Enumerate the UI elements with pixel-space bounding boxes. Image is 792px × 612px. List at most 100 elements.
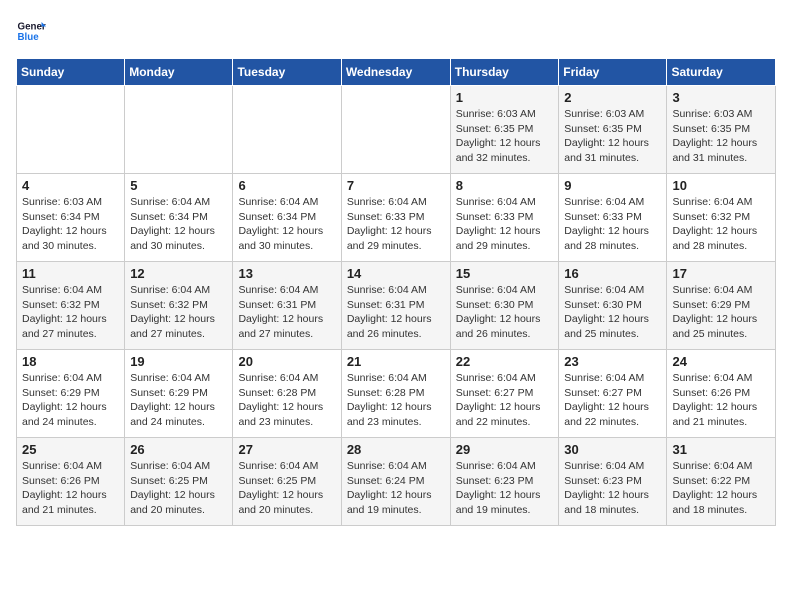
day-info: Sunrise: 6:04 AM Sunset: 6:30 PM Dayligh… bbox=[456, 283, 554, 342]
day-info: Sunrise: 6:04 AM Sunset: 6:34 PM Dayligh… bbox=[130, 195, 227, 254]
calendar-cell: 23 Sunrise: 6:04 AM Sunset: 6:27 PM Dayli… bbox=[559, 350, 667, 438]
calendar-cell: 14 Sunrise: 6:04 AM Sunset: 6:31 PM Dayli… bbox=[341, 262, 450, 350]
day-number: 19 bbox=[130, 354, 227, 369]
day-number: 13 bbox=[238, 266, 335, 281]
day-info: Sunrise: 6:04 AM Sunset: 6:25 PM Dayligh… bbox=[130, 459, 227, 518]
calendar-cell: 18 Sunrise: 6:04 AM Sunset: 6:29 PM Dayli… bbox=[17, 350, 125, 438]
calendar-cell: 15 Sunrise: 6:04 AM Sunset: 6:30 PM Dayli… bbox=[450, 262, 559, 350]
logo-icon: General Blue bbox=[16, 16, 46, 46]
logo: General Blue bbox=[16, 16, 46, 46]
day-number: 15 bbox=[456, 266, 554, 281]
calendar-cell: 3 Sunrise: 6:03 AM Sunset: 6:35 PM Daylig… bbox=[667, 86, 776, 174]
calendar-cell: 22 Sunrise: 6:04 AM Sunset: 6:27 PM Dayli… bbox=[450, 350, 559, 438]
day-info: Sunrise: 6:04 AM Sunset: 6:25 PM Dayligh… bbox=[238, 459, 335, 518]
day-info: Sunrise: 6:04 AM Sunset: 6:23 PM Dayligh… bbox=[456, 459, 554, 518]
calendar-cell: 12 Sunrise: 6:04 AM Sunset: 6:32 PM Dayli… bbox=[125, 262, 233, 350]
day-info: Sunrise: 6:04 AM Sunset: 6:27 PM Dayligh… bbox=[456, 371, 554, 430]
calendar-cell: 21Sunrise: 6:04 AM Sunset: 6:28 PM Dayli… bbox=[341, 350, 450, 438]
day-number: 24 bbox=[672, 354, 770, 369]
svg-text:Blue: Blue bbox=[18, 32, 40, 43]
calendar-cell: 28 Sunrise: 6:04 AM Sunset: 6:24 PM Dayli… bbox=[341, 438, 450, 526]
day-header-saturday: Saturday bbox=[667, 59, 776, 86]
day-number: 1 bbox=[456, 90, 554, 105]
day-info: Sunrise: 6:04 AM Sunset: 6:23 PM Dayligh… bbox=[564, 459, 661, 518]
day-number: 7 bbox=[347, 178, 445, 193]
calendar-cell: 10 Sunrise: 6:04 AM Sunset: 6:32 PM Dayli… bbox=[667, 174, 776, 262]
day-number: 3 bbox=[672, 90, 770, 105]
day-number: 22 bbox=[456, 354, 554, 369]
calendar-cell: 1 Sunrise: 6:03 AM Sunset: 6:35 PM Daylig… bbox=[450, 86, 559, 174]
day-info: Sunrise: 6:04 AM Sunset: 6:29 PM Dayligh… bbox=[130, 371, 227, 430]
calendar-cell: 20 Sunrise: 6:04 AM Sunset: 6:28 PM Dayli… bbox=[233, 350, 341, 438]
day-number: 14 bbox=[347, 266, 445, 281]
day-number: 6 bbox=[238, 178, 335, 193]
calendar-cell: 4 Sunrise: 6:03 AM Sunset: 6:34 PM Daylig… bbox=[17, 174, 125, 262]
calendar-cell: 31Sunrise: 6:04 AM Sunset: 6:22 PM Dayli… bbox=[667, 438, 776, 526]
day-number: 28 bbox=[347, 442, 445, 457]
day-number: 30 bbox=[564, 442, 661, 457]
day-info: Sunrise: 6:04 AM Sunset: 6:31 PM Dayligh… bbox=[347, 283, 445, 342]
calendar-cell: 26 Sunrise: 6:04 AM Sunset: 6:25 PM Dayli… bbox=[125, 438, 233, 526]
day-info: Sunrise: 6:04 AM Sunset: 6:22 PM Dayligh… bbox=[672, 459, 770, 518]
calendar-cell: 29 Sunrise: 6:04 AM Sunset: 6:23 PM Dayli… bbox=[450, 438, 559, 526]
calendar-header-row: SundayMondayTuesdayWednesdayThursdayFrid… bbox=[17, 59, 776, 86]
calendar-table: SundayMondayTuesdayWednesdayThursdayFrid… bbox=[16, 58, 776, 526]
day-info: Sunrise: 6:04 AM Sunset: 6:26 PM Dayligh… bbox=[22, 459, 119, 518]
day-number: 16 bbox=[564, 266, 661, 281]
day-info: Sunrise: 6:04 AM Sunset: 6:27 PM Dayligh… bbox=[564, 371, 661, 430]
day-info: Sunrise: 6:03 AM Sunset: 6:35 PM Dayligh… bbox=[564, 107, 661, 166]
day-number: 11 bbox=[22, 266, 119, 281]
day-info: Sunrise: 6:04 AM Sunset: 6:26 PM Dayligh… bbox=[672, 371, 770, 430]
calendar-cell bbox=[341, 86, 450, 174]
day-info: Sunrise: 6:04 AM Sunset: 6:33 PM Dayligh… bbox=[347, 195, 445, 254]
day-info: Sunrise: 6:04 AM Sunset: 6:29 PM Dayligh… bbox=[22, 371, 119, 430]
day-info: Sunrise: 6:03 AM Sunset: 6:34 PM Dayligh… bbox=[22, 195, 119, 254]
calendar-cell: 2 Sunrise: 6:03 AM Sunset: 6:35 PM Daylig… bbox=[559, 86, 667, 174]
calendar-cell bbox=[233, 86, 341, 174]
day-info: Sunrise: 6:04 AM Sunset: 6:30 PM Dayligh… bbox=[564, 283, 661, 342]
page-header: General Blue bbox=[16, 16, 776, 46]
calendar-cell: 16 Sunrise: 6:04 AM Sunset: 6:30 PM Dayli… bbox=[559, 262, 667, 350]
day-number: 20 bbox=[238, 354, 335, 369]
day-number: 25 bbox=[22, 442, 119, 457]
day-header-monday: Monday bbox=[125, 59, 233, 86]
day-number: 2 bbox=[564, 90, 661, 105]
calendar-cell: 8Sunrise: 6:04 AM Sunset: 6:33 PM Daylig… bbox=[450, 174, 559, 262]
day-header-tuesday: Tuesday bbox=[233, 59, 341, 86]
day-info: Sunrise: 6:03 AM Sunset: 6:35 PM Dayligh… bbox=[672, 107, 770, 166]
calendar-week-3: 11 Sunrise: 6:04 AM Sunset: 6:32 PM Dayli… bbox=[17, 262, 776, 350]
day-info: Sunrise: 6:04 AM Sunset: 6:24 PM Dayligh… bbox=[347, 459, 445, 518]
day-number: 4 bbox=[22, 178, 119, 193]
calendar-cell: 13Sunrise: 6:04 AM Sunset: 6:31 PM Dayli… bbox=[233, 262, 341, 350]
calendar-week-5: 25 Sunrise: 6:04 AM Sunset: 6:26 PM Dayli… bbox=[17, 438, 776, 526]
day-number: 10 bbox=[672, 178, 770, 193]
day-info: Sunrise: 6:04 AM Sunset: 6:33 PM Dayligh… bbox=[564, 195, 661, 254]
day-info: Sunrise: 6:03 AM Sunset: 6:35 PM Dayligh… bbox=[456, 107, 554, 166]
day-info: Sunrise: 6:04 AM Sunset: 6:32 PM Dayligh… bbox=[22, 283, 119, 342]
calendar-cell: 19 Sunrise: 6:04 AM Sunset: 6:29 PM Dayli… bbox=[125, 350, 233, 438]
day-number: 5 bbox=[130, 178, 227, 193]
calendar-cell: 9 Sunrise: 6:04 AM Sunset: 6:33 PM Daylig… bbox=[559, 174, 667, 262]
day-info: Sunrise: 6:04 AM Sunset: 6:32 PM Dayligh… bbox=[130, 283, 227, 342]
day-header-wednesday: Wednesday bbox=[341, 59, 450, 86]
day-number: 26 bbox=[130, 442, 227, 457]
calendar-cell bbox=[125, 86, 233, 174]
calendar-cell: 11 Sunrise: 6:04 AM Sunset: 6:32 PM Dayli… bbox=[17, 262, 125, 350]
day-info: Sunrise: 6:04 AM Sunset: 6:33 PM Dayligh… bbox=[456, 195, 554, 254]
calendar-cell: 24 Sunrise: 6:04 AM Sunset: 6:26 PM Dayli… bbox=[667, 350, 776, 438]
calendar-cell: 17Sunrise: 6:04 AM Sunset: 6:29 PM Dayli… bbox=[667, 262, 776, 350]
day-number: 12 bbox=[130, 266, 227, 281]
day-info: Sunrise: 6:04 AM Sunset: 6:32 PM Dayligh… bbox=[672, 195, 770, 254]
calendar-cell: 7 Sunrise: 6:04 AM Sunset: 6:33 PM Daylig… bbox=[341, 174, 450, 262]
day-number: 29 bbox=[456, 442, 554, 457]
day-info: Sunrise: 6:04 AM Sunset: 6:28 PM Dayligh… bbox=[238, 371, 335, 430]
day-info: Sunrise: 6:04 AM Sunset: 6:34 PM Dayligh… bbox=[238, 195, 335, 254]
day-number: 18 bbox=[22, 354, 119, 369]
day-number: 23 bbox=[564, 354, 661, 369]
calendar-cell: 6 Sunrise: 6:04 AM Sunset: 6:34 PM Daylig… bbox=[233, 174, 341, 262]
day-number: 9 bbox=[564, 178, 661, 193]
day-header-friday: Friday bbox=[559, 59, 667, 86]
day-header-sunday: Sunday bbox=[17, 59, 125, 86]
calendar-cell: 25 Sunrise: 6:04 AM Sunset: 6:26 PM Dayli… bbox=[17, 438, 125, 526]
calendar-week-2: 4 Sunrise: 6:03 AM Sunset: 6:34 PM Daylig… bbox=[17, 174, 776, 262]
